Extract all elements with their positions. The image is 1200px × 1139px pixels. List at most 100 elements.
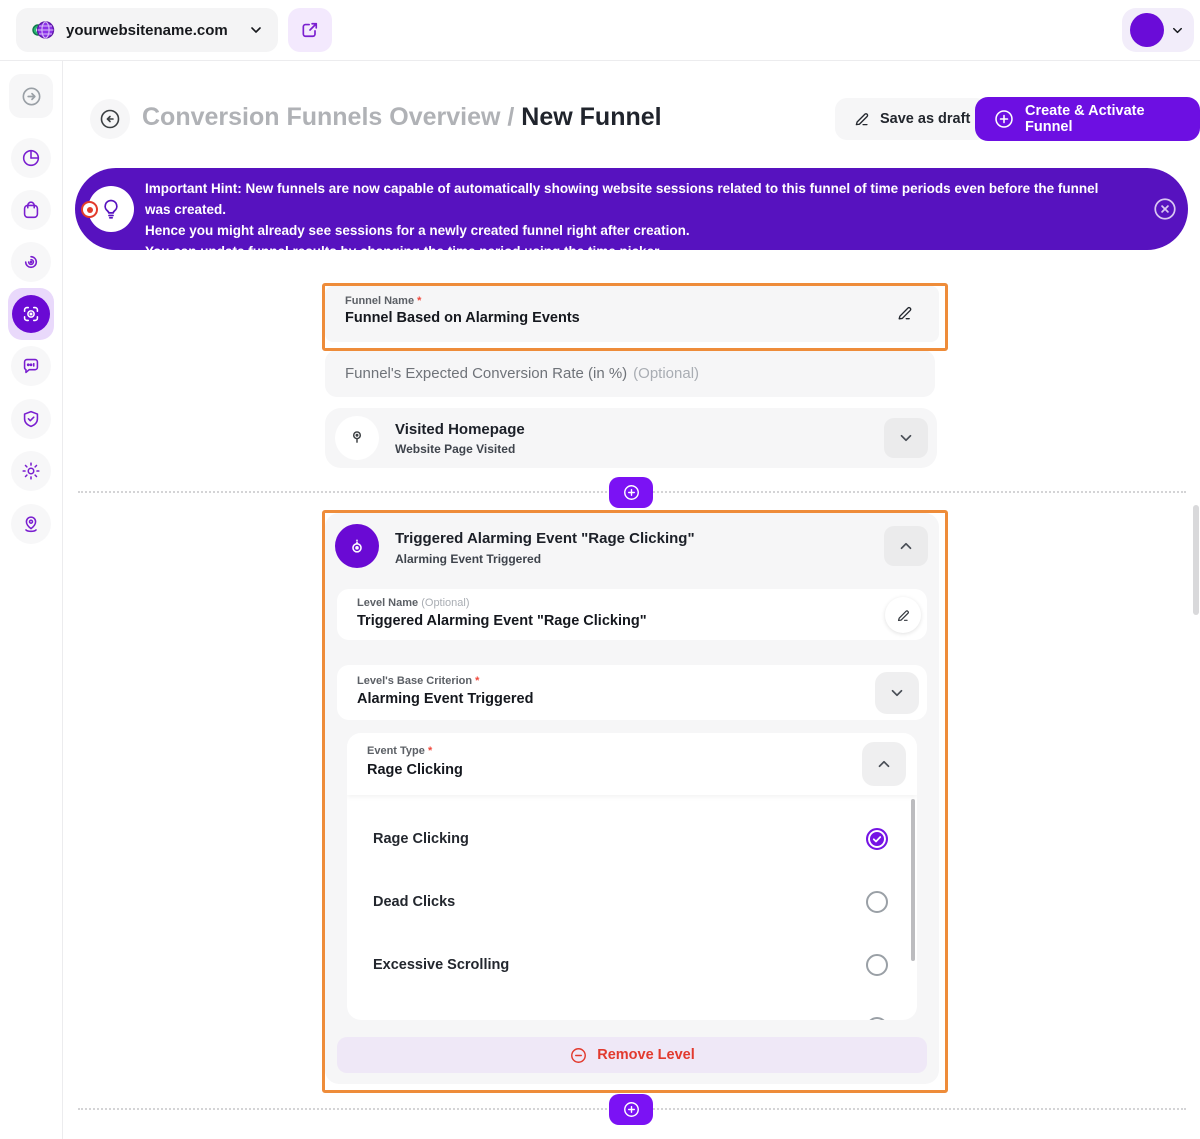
sidebar xyxy=(0,60,63,1139)
chevron-up-icon xyxy=(875,755,893,773)
pencil-icon xyxy=(895,303,915,323)
optional-tag: (Optional) xyxy=(421,597,469,609)
pencil-icon xyxy=(895,607,912,624)
chevron-down-icon xyxy=(248,22,264,38)
plus-circle-icon xyxy=(622,483,641,502)
chevron-up-icon xyxy=(897,537,915,555)
hint-banner-text: Important Hint: New funnels are now capa… xyxy=(145,178,1125,262)
sidebar-item-geo[interactable] xyxy=(11,504,51,544)
event-type-value: Rage Clicking xyxy=(367,762,463,778)
option-label: Dead Clicks xyxy=(373,894,455,910)
funnel-name-label-text: Funnel Name xyxy=(345,295,414,307)
save-as-draft-label: Save as draft xyxy=(880,111,970,127)
open-base-criterion-button[interactable] xyxy=(875,672,919,714)
hint-line-3: You can update funnel results by changin… xyxy=(145,241,1125,262)
funnel-target-icon xyxy=(12,295,50,333)
base-criterion-select[interactable]: Level's Base Criterion * Alarming Event … xyxy=(337,665,927,720)
location-pin-icon xyxy=(20,513,42,535)
sidebar-item-feedback[interactable] xyxy=(11,346,51,386)
level-name-label: Level Name (Optional) xyxy=(357,597,470,609)
chat-feedback-icon xyxy=(20,355,42,377)
pie-chart-icon xyxy=(20,147,42,169)
base-criterion-label-text: Level's Base Criterion xyxy=(357,675,472,687)
arrow-left-circle-icon xyxy=(98,107,122,131)
event-type-field[interactable]: Event Type * Rage Clicking xyxy=(347,733,917,795)
level2-title: Triggered Alarming Event "Rage Clicking" xyxy=(395,530,695,547)
level2-subtitle: Alarming Event Triggered xyxy=(395,552,541,566)
options-scrollbar[interactable] xyxy=(911,799,915,961)
expand-level1-button[interactable] xyxy=(884,418,928,458)
event-type-option-rage-clicking[interactable]: Rage Clicking xyxy=(347,807,917,870)
add-level-button-top[interactable] xyxy=(609,477,653,508)
sidebar-item-privacy[interactable] xyxy=(11,399,51,439)
option-label: Rage Clicking xyxy=(373,831,469,847)
breadcrumb-parent[interactable]: Conversion Funnels Overview xyxy=(142,103,500,131)
funnel-name-label: Funnel Name * xyxy=(345,295,421,307)
website-selector[interactable]: yourwebsitename.com xyxy=(16,8,278,52)
conversion-rate-field[interactable]: Funnel's Expected Conversion Rate (in %)… xyxy=(325,350,935,397)
add-level-button-bottom[interactable] xyxy=(609,1094,653,1125)
app-window: yourwebsitename.com xyxy=(0,0,1200,1139)
required-asterisk: * xyxy=(417,295,421,307)
hint-line-2: Hence you might already see sessions for… xyxy=(145,220,1125,241)
breadcrumb-separator: / xyxy=(507,103,514,131)
conversion-rate-placeholder: Funnel's Expected Conversion Rate (in %) xyxy=(345,365,627,382)
alarm-event-icon xyxy=(335,524,379,568)
sidebar-item-sessions[interactable] xyxy=(11,242,51,282)
remove-level-button[interactable]: Remove Level xyxy=(337,1037,927,1073)
sidebar-item-funnels[interactable] xyxy=(8,288,54,340)
avatar xyxy=(1130,13,1164,47)
radio-selected-icon[interactable] xyxy=(866,828,888,850)
globe-icon xyxy=(30,18,56,42)
open-website-button[interactable] xyxy=(288,8,332,52)
plus-circle-icon xyxy=(622,1100,641,1119)
radio-unselected-icon[interactable] xyxy=(866,1017,888,1021)
level-name-label-text: Level Name xyxy=(357,597,418,609)
minus-circle-icon xyxy=(569,1046,588,1065)
hint-banner: Important Hint: New funnels are now capa… xyxy=(75,168,1188,250)
edit-funnel-name-button[interactable] xyxy=(895,303,915,323)
edit-level-name-button[interactable] xyxy=(885,597,921,633)
collapse-level2-button[interactable] xyxy=(884,526,928,566)
event-type-dropdown: Event Type * Rage Clicking Rage Clicking… xyxy=(347,733,917,1020)
collapse-event-type-button[interactable] xyxy=(862,742,906,786)
funnel-name-value: Funnel Based on Alarming Events xyxy=(345,310,580,326)
radio-unselected-icon[interactable] xyxy=(866,891,888,913)
save-as-draft-button[interactable]: Save as draft xyxy=(835,98,988,140)
base-criterion-value: Alarming Event Triggered xyxy=(357,691,533,707)
event-type-option-excessive-scrolling[interactable]: Excessive Scrolling xyxy=(347,933,917,996)
radio-unselected-icon[interactable] xyxy=(866,954,888,976)
lightbulb-icon xyxy=(88,186,134,232)
recording-dot-icon xyxy=(81,201,98,218)
breadcrumb: Conversion Funnels Overview / New Funnel xyxy=(142,103,662,132)
level-name-value: Triggered Alarming Event "Rage Clicking" xyxy=(357,613,647,629)
event-type-option-dead-clicks[interactable]: Dead Clicks xyxy=(347,870,917,933)
shield-check-icon xyxy=(20,408,42,430)
level-triggered-alarming-event: Triggered Alarming Event "Rage Clicking"… xyxy=(325,513,939,1084)
event-type-label: Event Type * xyxy=(367,745,432,757)
create-activate-funnel-button[interactable]: Create & Activate Funnel xyxy=(975,97,1200,141)
back-button[interactable] xyxy=(90,99,130,139)
sidebar-item-dashboard[interactable] xyxy=(11,138,51,178)
chevron-down-icon xyxy=(1170,23,1185,38)
sidebar-item-store[interactable] xyxy=(11,190,51,230)
close-banner-button[interactable] xyxy=(1152,196,1178,222)
map-pin-icon xyxy=(335,416,379,460)
level-name-field[interactable]: Level Name (Optional) Triggered Alarming… xyxy=(337,589,927,640)
page-scrollbar[interactable] xyxy=(1193,505,1199,615)
sidebar-item-settings[interactable] xyxy=(11,451,51,491)
profile-menu[interactable] xyxy=(1122,8,1194,52)
event-type-option-partial[interactable] xyxy=(347,996,917,1020)
shopping-bag-icon xyxy=(20,199,42,221)
level1-subtitle: Website Page Visited xyxy=(395,442,515,456)
plus-circle-icon xyxy=(993,108,1015,130)
gear-icon xyxy=(20,460,42,482)
close-icon xyxy=(1152,196,1178,222)
funnel-name-field[interactable]: Funnel Name * Funnel Based on Alarming E… xyxy=(325,286,939,342)
sidebar-item-collapse[interactable] xyxy=(9,74,53,118)
required-asterisk: * xyxy=(428,745,432,757)
remove-level-label: Remove Level xyxy=(597,1047,695,1063)
chevron-down-icon xyxy=(897,429,915,447)
level-visited-homepage[interactable]: Visited Homepage Website Page Visited xyxy=(325,408,937,468)
optional-tag: (Optional) xyxy=(633,365,699,382)
